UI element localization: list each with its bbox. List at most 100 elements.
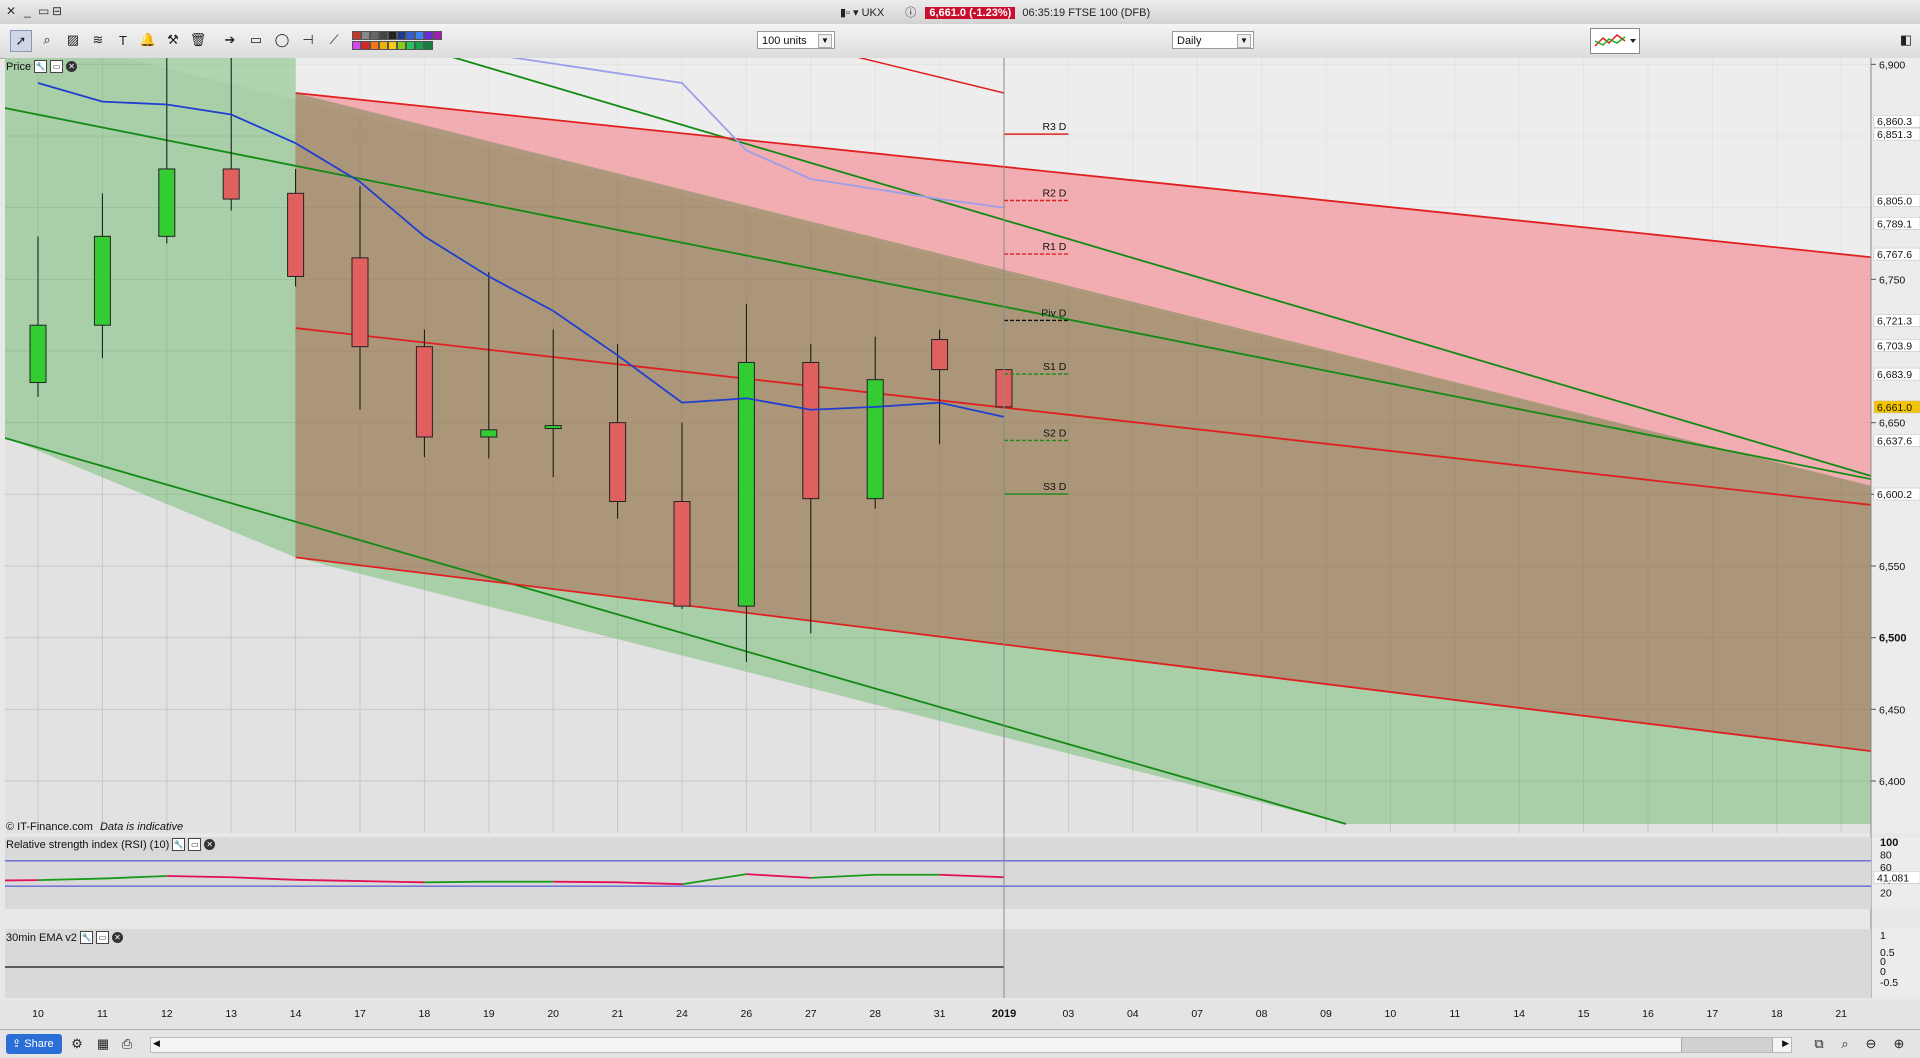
zoom-out-icon[interactable]: ⊖ — [1862, 1035, 1880, 1053]
rectangle-tool-icon[interactable]: ▭ — [246, 30, 266, 50]
color-swatch[interactable] — [406, 41, 415, 50]
text-tool-icon[interactable]: T — [113, 30, 133, 50]
color-swatch[interactable] — [397, 41, 406, 50]
color-swatch[interactable] — [352, 41, 361, 50]
color-swatch[interactable] — [406, 31, 415, 40]
status-text: 06:35:19 FTSE 100 (DFB) — [1022, 7, 1150, 19]
scrollbar-thumb[interactable] — [1681, 1038, 1773, 1052]
close-pane-icon[interactable]: ✕ — [112, 932, 123, 943]
color-swatch[interactable] — [433, 31, 442, 40]
color-swatch[interactable] — [397, 31, 406, 40]
date-tick-label: 24 — [676, 1008, 688, 1020]
wrench-icon[interactable]: 🔧 — [34, 60, 47, 73]
horizontal-scrollbar[interactable]: ◀ ▶ — [150, 1037, 1792, 1053]
date-tick-label: 07 — [1191, 1008, 1203, 1020]
scroll-right-icon[interactable]: ▶ — [1782, 1038, 1789, 1049]
rsi-segment — [167, 876, 231, 877]
bottom-bar: ⇪ Share ⚙ ▦ ⎙ ◀ ▶ ⧉ ⌕ ⊖ ⊕ — [0, 1029, 1920, 1058]
alert-bell-icon[interactable]: 🔔 — [138, 30, 158, 50]
color-swatch[interactable] — [388, 41, 397, 50]
color-swatch[interactable] — [379, 41, 388, 50]
date-tick-label: 10 — [1385, 1008, 1397, 1020]
scroll-left-icon[interactable]: ◀ — [153, 1038, 160, 1049]
chevron-down-icon: ▼ — [1237, 34, 1251, 48]
maximize-pane-icon[interactable]: ▭ — [188, 838, 201, 851]
fib-fan-tool-icon[interactable]: ≋ — [88, 30, 108, 50]
date-tick-label: 17 — [354, 1008, 366, 1020]
layout-icon[interactable]: ▦ — [94, 1035, 112, 1053]
channel-fills — [5, 58, 1904, 824]
link-icon[interactable]: ▮▫ ▾ — [840, 7, 859, 19]
pointer-tool-icon[interactable]: ➚ — [10, 30, 32, 52]
color-swatch[interactable] — [379, 31, 388, 40]
minimize-window-icon[interactable]: _ — [24, 4, 31, 18]
maximize-pane-icon[interactable]: ▭ — [50, 60, 63, 73]
candle-body — [545, 426, 561, 429]
price-pane-title: Price — [6, 61, 31, 73]
price-badge-label: 6,789.1 — [1877, 218, 1912, 230]
candle-body — [416, 347, 432, 437]
close-pane-icon[interactable]: ✕ — [204, 839, 215, 850]
date-tick-label: 21 — [1835, 1008, 1847, 1020]
units-select-value: 100 units — [762, 35, 807, 47]
trash-icon[interactable]: 🗑 — [188, 30, 208, 50]
price-tick-label: 6,500 — [1879, 633, 1907, 645]
hammer-tool-icon[interactable]: ⚒ — [163, 30, 183, 50]
detach-window-icon[interactable]: ⊟ — [52, 4, 62, 18]
arrow-tool-icon[interactable]: ➔ — [220, 30, 240, 50]
settings-icon[interactable]: ⚙ — [68, 1035, 86, 1053]
units-select[interactable]: 100 units ▼ — [757, 31, 835, 49]
wrench-icon[interactable]: 🔧 — [80, 931, 93, 944]
color-swatch[interactable] — [415, 41, 424, 50]
rsi-segment — [424, 882, 488, 883]
rsi-tick-label: 80 — [1880, 850, 1892, 862]
color-swatch[interactable] — [361, 31, 370, 40]
close-window-icon[interactable]: ✕ — [6, 4, 16, 18]
indicators-button[interactable] — [1590, 28, 1640, 54]
candle-body — [610, 423, 626, 502]
date-tick-label: 20 — [547, 1008, 559, 1020]
print-icon[interactable]: ⎙ — [118, 1035, 136, 1053]
trendline-tool-icon[interactable]: ⟋ — [324, 30, 344, 50]
drawing-toolbar: ➚ ⌕ ▨ ≋ T 🔔 ⚒ 🗑 ➔ ▭ ◯ ⊣ ⟋ 100 units ▼ Da… — [0, 24, 1920, 59]
interval-select[interactable]: Daily ▼ — [1172, 31, 1254, 49]
color-swatch[interactable] — [424, 31, 433, 40]
wrench-icon[interactable]: 🔧 — [172, 838, 185, 851]
zoom-fit-icon[interactable]: ⌕ — [1836, 1035, 1854, 1053]
chart-type-icon[interactable]: ⧉ — [1810, 1035, 1828, 1053]
color-swatch[interactable] — [388, 31, 397, 40]
date-axis-background — [0, 1000, 1920, 1028]
ellipse-tool-icon[interactable]: ◯ — [272, 30, 292, 50]
color-swatch[interactable] — [424, 41, 433, 50]
zoom-tool-icon[interactable]: ⌕ — [37, 30, 57, 50]
chart-area[interactable]: R3 DR2 DR1 DPiv DS1 DS2 DS3 D 6,4006,450… — [0, 58, 1920, 1028]
fibonacci-tool-icon[interactable]: ▨ — [63, 30, 83, 50]
share-button[interactable]: ⇪ Share — [6, 1034, 62, 1054]
candle-body — [481, 430, 497, 437]
rsi-value-label: 41.081 — [1877, 872, 1909, 884]
pivot-label: S3 D — [1043, 481, 1067, 493]
date-tick-label: 27 — [805, 1008, 817, 1020]
zoom-in-icon[interactable]: ⊕ — [1890, 1035, 1908, 1053]
maximize-pane-icon[interactable]: ▭ — [96, 931, 109, 944]
side-panel-toggle-icon[interactable]: ◧ — [1896, 30, 1916, 50]
horizontal-line-tool-icon[interactable]: ⊣ — [298, 30, 318, 50]
color-swatch[interactable] — [361, 41, 370, 50]
pivot-label: R3 D — [1042, 121, 1066, 133]
ema-pane-header: 30min EMA v2 🔧 ▭ ✕ — [6, 931, 123, 944]
date-tick-label: 09 — [1320, 1008, 1332, 1020]
date-tick-label: 14 — [290, 1008, 302, 1020]
candle-body — [352, 258, 368, 347]
color-swatch[interactable] — [415, 31, 424, 40]
color-swatch[interactable] — [370, 41, 379, 50]
close-pane-icon[interactable]: ✕ — [66, 61, 77, 72]
color-swatch[interactable] — [352, 31, 361, 40]
price-badge-label: 6,767.6 — [1877, 249, 1912, 261]
date-tick-label: 13 — [225, 1008, 237, 1020]
color-swatch[interactable] — [370, 31, 379, 40]
info-icon[interactable]: ⓘ — [905, 7, 916, 19]
restore-window-icon[interactable]: ▭ — [38, 4, 49, 18]
price-badge-label: 6,600.2 — [1877, 489, 1912, 501]
pivot-label: S1 D — [1043, 361, 1067, 373]
price-badge-label: 6,721.3 — [1877, 315, 1912, 327]
